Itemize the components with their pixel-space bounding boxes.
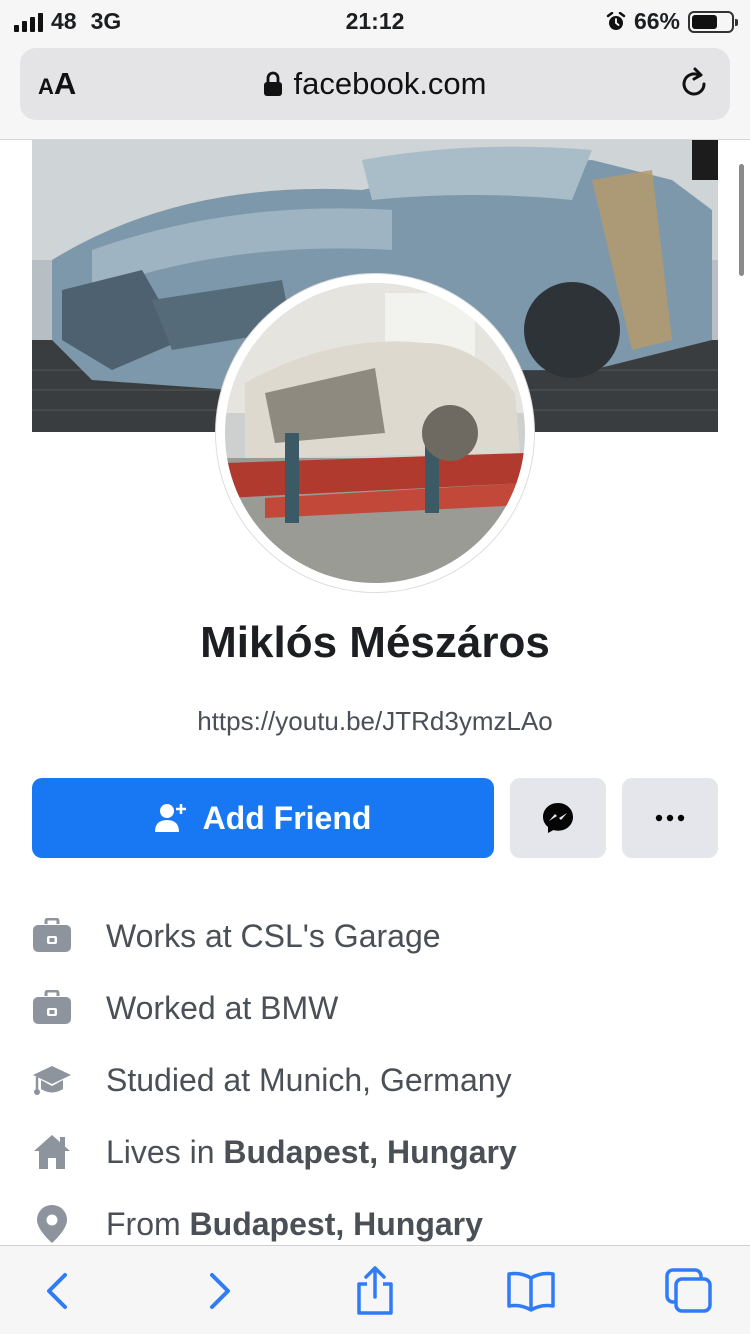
lock-icon: [263, 71, 282, 96]
intro-text: Lives in Budapest, Hungary: [106, 1133, 517, 1170]
profile-picture[interactable]: [216, 274, 534, 592]
add-friend-button[interactable]: Add Friend: [32, 778, 494, 858]
domain-label: facebook.com: [293, 66, 487, 101]
intro-lives-in[interactable]: Lives in Budapest, Hungary: [32, 1116, 732, 1188]
forward-button[interactable]: [194, 1266, 244, 1316]
share-button[interactable]: [350, 1266, 400, 1316]
tabs-icon: [665, 1268, 712, 1313]
intro-text: Works at CSL's Garage: [106, 917, 441, 954]
browser-toolbar: [0, 1245, 750, 1334]
profile-picture-image: [225, 283, 525, 583]
battery-level: [692, 14, 718, 29]
page-content[interactable]: Miklós Mészáros https://youtu.be/JTRd3ym…: [0, 140, 750, 1245]
graduation-cap-icon: [32, 1060, 72, 1100]
more-dots-icon: [655, 814, 685, 822]
scroll-indicator: [739, 164, 744, 276]
profile-actions: Add Friend: [32, 778, 718, 858]
share-icon: [357, 1266, 393, 1315]
tabs-button[interactable]: [664, 1266, 714, 1316]
url-display[interactable]: facebook.com: [20, 66, 730, 102]
intro-text: Worked at BMW: [106, 989, 339, 1026]
profile-bio[interactable]: https://youtu.be/JTRd3ymzLAo: [0, 706, 750, 737]
address-bar[interactable]: AA facebook.com: [20, 48, 730, 120]
location-pin-icon: [32, 1204, 72, 1244]
home-icon: [32, 1132, 72, 1172]
add-friend-label: Add Friend: [202, 799, 372, 836]
bookmarks-icon: [507, 1271, 555, 1312]
messenger-icon: [543, 803, 573, 833]
battery-icon: [688, 10, 738, 33]
status-bar: 48 3G 21:12 66%: [0, 0, 750, 42]
intro-list: Works at CSL's Garage Worked at BMW Stud…: [32, 900, 732, 1245]
battery-percent: 66%: [633, 8, 680, 34]
status-right: 66%: [606, 8, 738, 35]
intro-work-current[interactable]: Works at CSL's Garage: [32, 900, 732, 972]
reload-icon[interactable]: [674, 64, 714, 104]
message-button[interactable]: [510, 778, 606, 858]
intro-work-past[interactable]: Worked at BMW: [32, 972, 732, 1044]
back-button[interactable]: [33, 1266, 83, 1316]
alarm-icon: [606, 11, 626, 30]
briefcase-icon: [32, 916, 72, 956]
add-person-icon: [154, 804, 186, 832]
intro-text: Studied at Munich, Germany: [106, 1061, 512, 1098]
forward-icon: [210, 1273, 230, 1309]
more-options-button[interactable]: [622, 778, 718, 858]
briefcase-icon: [32, 988, 72, 1028]
bookmarks-button[interactable]: [506, 1266, 556, 1316]
browser-header: AA facebook.com: [0, 42, 750, 140]
intro-from[interactable]: From Budapest, Hungary: [32, 1188, 732, 1245]
profile-name: Miklós Mészáros: [200, 618, 550, 667]
intro-education[interactable]: Studied at Munich, Germany: [32, 1044, 732, 1116]
back-icon: [47, 1273, 67, 1309]
intro-text: From Budapest, Hungary: [106, 1205, 483, 1242]
